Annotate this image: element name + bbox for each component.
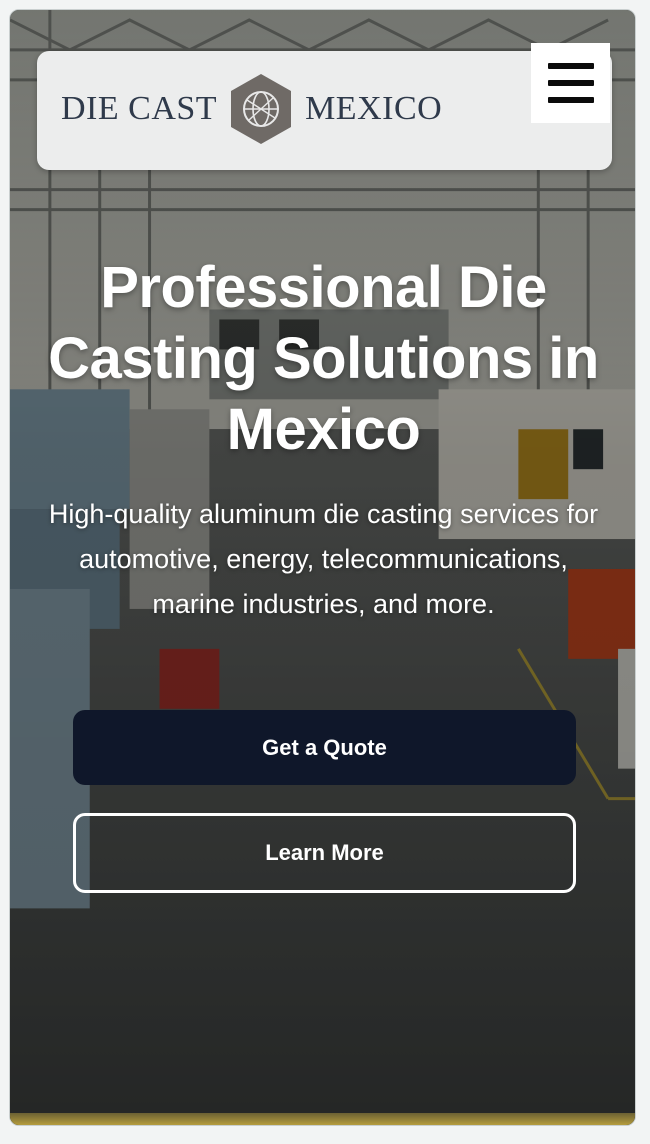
menu-bar-bottom	[548, 97, 594, 103]
menu-bar-middle	[548, 80, 594, 86]
floor-edge-strip	[10, 1113, 635, 1125]
logo-left-text: DIE CAST	[61, 90, 218, 127]
hero-title: Professional Die Casting Solutions in Me…	[48, 255, 599, 462]
site-header: DIE CAST MEXICO	[37, 51, 612, 170]
globe-hexagon-icon	[231, 74, 292, 144]
hamburger-menu-button[interactable]	[531, 43, 610, 123]
browser-viewport: DIE CAST MEXICO Professional Die Casting…	[9, 9, 636, 1126]
hamburger-menu-icon	[548, 63, 594, 69]
learn-more-button[interactable]: Learn More	[73, 813, 576, 893]
hero-subtitle: High-quality aluminum die casting servic…	[48, 499, 599, 619]
get-a-quote-button[interactable]: Get a Quote	[73, 710, 576, 785]
site-logo[interactable]: DIE CAST MEXICO	[61, 69, 442, 149]
logo-right-text: MEXICO	[305, 90, 443, 127]
